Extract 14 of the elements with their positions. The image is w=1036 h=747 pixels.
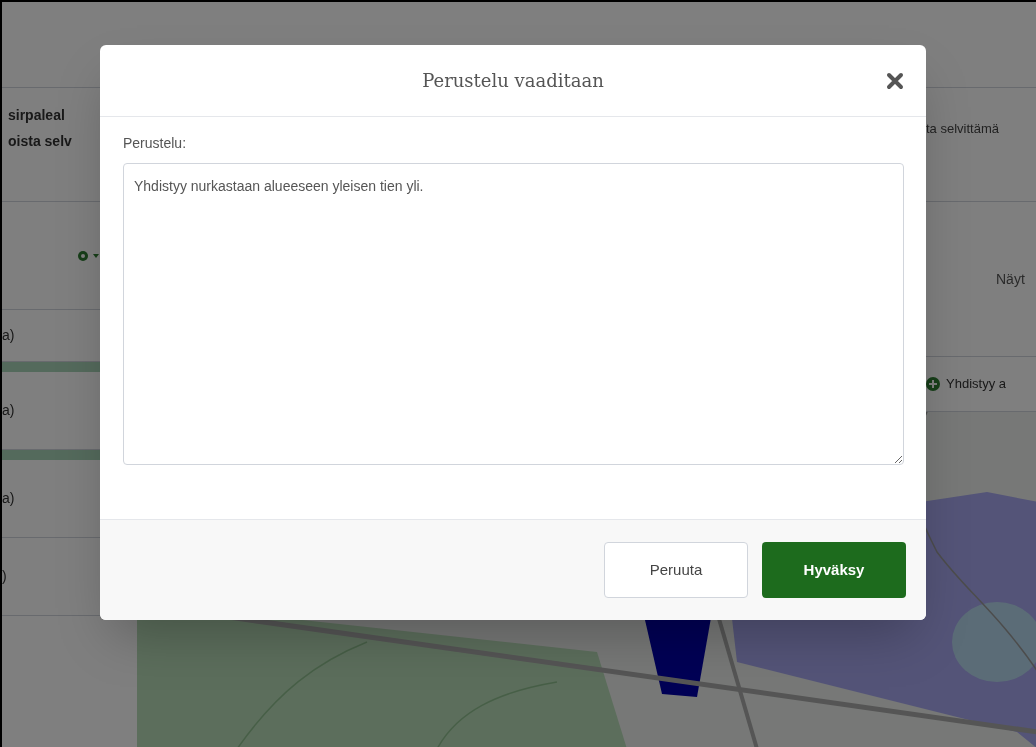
reason-field[interactable]: Yhdistyy nurkastaan alueeseen yleisen tien yli. [123,163,904,465]
label-text: Näyt [996,269,1025,289]
row-text: a) [2,401,15,420]
row-text: a) [2,489,15,508]
close-icon[interactable] [886,72,904,90]
cancel-button[interactable]: Peruuta [604,542,748,598]
reason-chip[interactable]: Yhdistyy a [926,374,1006,394]
row-text: ) [2,567,7,586]
accept-button[interactable]: Hyväksy [762,542,906,598]
field-label: Perustelu: [123,134,188,153]
heading-text: sirpaleal [8,106,66,125]
row-text: a) [2,326,15,345]
status-text: ta selvittämä [926,121,999,136]
dialog-title: Perustelu vaaditaan [422,69,604,93]
